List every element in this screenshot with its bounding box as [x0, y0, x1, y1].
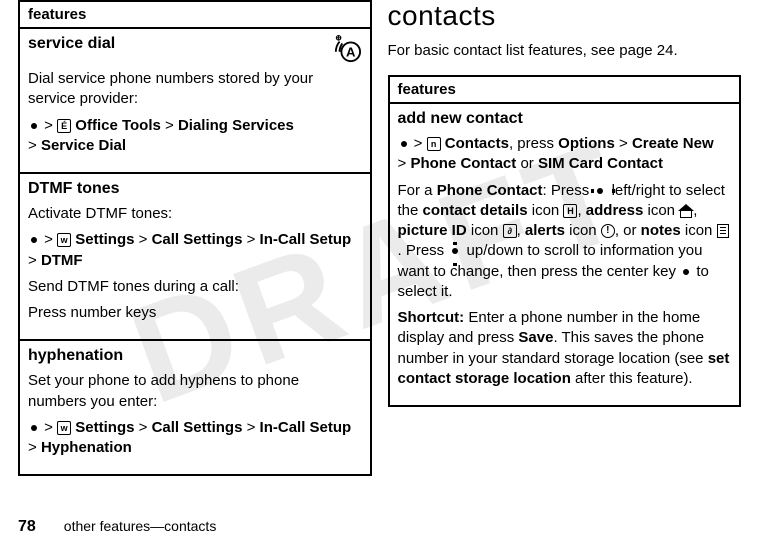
feature-hyphenation: hyphenation Set your phone to add hyphen… [20, 341, 370, 474]
feature-instructions: For a Phone Contact: Press left/right to… [398, 181, 732, 303]
feature-path: > n Contacts, press Options > Create New… [398, 134, 732, 175]
center-key-icon [28, 422, 40, 434]
notes-icon [717, 224, 729, 238]
feature-path: > É Office Tools > Dialing Services > Se… [28, 116, 362, 157]
settings-icon: w [57, 421, 71, 435]
nav-left-right-icon [593, 184, 607, 198]
section-heading-contacts: contacts [388, 0, 742, 32]
page-footer: 78 other features—contacts [18, 518, 216, 536]
feature-title-text: hyphenation [28, 347, 123, 365]
left-table-header: features [20, 2, 370, 29]
feature-shortcut: Shortcut: Enter a phone number in the ho… [398, 308, 732, 389]
feature-desc-2: Send DTMF tones during a call: [28, 277, 362, 297]
settings-icon: w [57, 233, 71, 247]
feature-dtmf-tones: DTMF tones Activate DTMF tones: > w Sett… [20, 174, 370, 341]
feature-title-text: service dial [28, 35, 115, 53]
feature-title-text: add new contact [398, 110, 523, 128]
right-table-header: features [390, 77, 740, 104]
footer-text: other features—contacts [64, 518, 217, 534]
left-features-table: features service dial A [18, 0, 372, 476]
picture-id-icon: ∂ [503, 224, 517, 238]
page-content: features service dial A [0, 0, 759, 510]
section-intro: For basic contact list features, see pag… [388, 40, 742, 61]
nav-up-down-icon [448, 244, 462, 258]
right-features-table: features add new contact > n Contacts, p… [388, 75, 742, 407]
center-key-icon [28, 234, 40, 246]
office-tools-icon: É [57, 119, 71, 133]
at-network-icon: A [332, 35, 362, 63]
feature-add-new-contact: add new contact > n Contacts, press Opti… [390, 104, 740, 405]
left-column: features service dial A [10, 0, 380, 510]
feature-desc: Activate DTMF tones: [28, 204, 362, 224]
contacts-icon: n [427, 137, 441, 151]
alerts-icon: ! [601, 224, 615, 238]
feature-service-dial: service dial A Dial service phone number… [20, 29, 370, 174]
page-number: 78 [18, 518, 36, 536]
svg-text:A: A [346, 44, 356, 59]
feature-desc-3: Press number keys [28, 303, 362, 323]
right-column: contacts For basic contact list features… [380, 0, 750, 510]
feature-path: > w Settings > Call Settings > In-Call S… [28, 418, 362, 459]
feature-desc: Dial service phone numbers stored by you… [28, 69, 362, 110]
center-key-icon [680, 266, 692, 278]
feature-desc: Set your phone to add hyphens to phone n… [28, 371, 362, 412]
address-home-icon [679, 204, 693, 218]
center-key-icon [28, 120, 40, 132]
feature-path: > w Settings > Call Settings > In-Call S… [28, 230, 362, 271]
contact-details-icon: H [563, 204, 577, 218]
feature-title-text: DTMF tones [28, 180, 120, 198]
center-key-icon [398, 138, 410, 150]
